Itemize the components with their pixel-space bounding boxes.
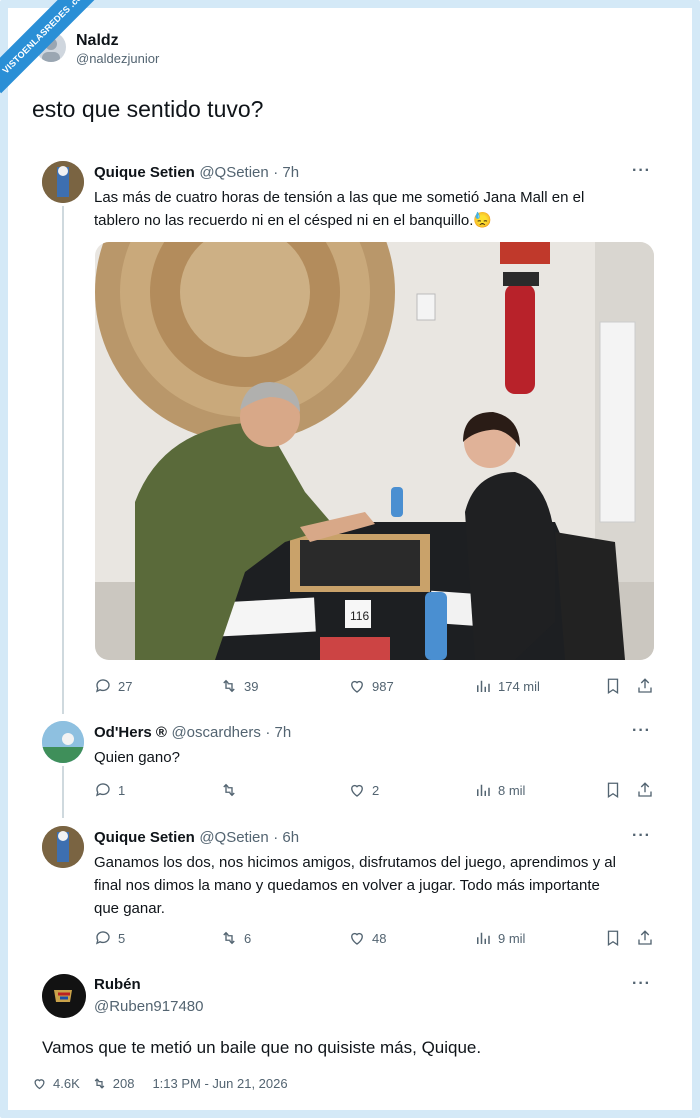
like-count: 48 xyxy=(372,930,387,946)
views-icon xyxy=(477,680,490,692)
thread-line xyxy=(62,766,64,818)
poster-handle[interactable]: @naldezjunior xyxy=(76,51,159,66)
like-count: 987 xyxy=(372,678,394,694)
more-options-icon[interactable]: ··· xyxy=(632,722,651,740)
reply-icon xyxy=(95,783,110,797)
view-count: 9 mil xyxy=(498,930,526,946)
share-button[interactable] xyxy=(636,929,654,947)
share-icon xyxy=(638,782,652,797)
tweet-actions: 27 39 987 174 mil xyxy=(94,677,654,699)
like-button[interactable]: 48 xyxy=(348,929,386,947)
poster-name[interactable]: Naldz xyxy=(76,32,119,50)
tweet-time[interactable]: · 7h xyxy=(273,164,299,181)
tweet-header: Quique Setien @QSetien · 6h xyxy=(94,829,299,847)
reply-count: 1 xyxy=(118,782,126,798)
footer-retweet-count: 208 xyxy=(112,1076,135,1091)
retweet-button[interactable]: 39 xyxy=(220,677,258,695)
bookmark-icon xyxy=(607,678,619,695)
retweet-button[interactable] xyxy=(220,781,244,799)
like-count: 2 xyxy=(372,782,380,798)
retweet-icon xyxy=(223,783,235,797)
tweet-text: Quien gano? xyxy=(94,746,180,769)
views-icon xyxy=(477,784,490,796)
share-icon xyxy=(638,930,652,945)
tweet-text: Ganamos los dos, nos hicimos amigos, dis… xyxy=(94,851,616,920)
views-button[interactable]: 174 mil xyxy=(474,677,540,695)
footer-like-count: 4.6K xyxy=(53,1076,80,1091)
retweet-icon[interactable] xyxy=(92,1076,107,1091)
tweet-avatar[interactable] xyxy=(42,826,84,868)
views-icon xyxy=(477,932,490,944)
heart-icon xyxy=(351,932,363,945)
retweet-button[interactable]: 6 xyxy=(220,929,251,947)
retweet-icon xyxy=(223,679,235,693)
tweet-header: Quique Setien @QSetien · 7h xyxy=(94,164,299,182)
tweet-text: Las más de cuatro horas de tensión a las… xyxy=(94,186,584,232)
reply-text: Vamos que te metió un baile que no quisi… xyxy=(42,1038,482,1057)
chess-photo-illustration: 116 xyxy=(95,242,654,660)
tweet-line: Ganamos los dos, nos hicimos amigos, dis… xyxy=(94,854,616,871)
reply-button[interactable]: 27 xyxy=(94,677,132,695)
heart-icon xyxy=(351,784,363,797)
more-options-icon[interactable]: ··· xyxy=(632,827,651,845)
tweet-time[interactable]: · 6h xyxy=(273,829,299,846)
thread-line xyxy=(62,206,64,714)
tweet-author[interactable]: Od'Hers ® xyxy=(94,724,167,741)
retweet-count: 6 xyxy=(244,930,252,946)
tweet-line: que ganar. xyxy=(94,900,165,917)
tweet-line: tablero no las recuerdo ni en el césped … xyxy=(94,212,493,229)
more-options-icon[interactable]: ··· xyxy=(632,975,651,993)
poster-text: esto que sentido tuvo? xyxy=(32,96,264,122)
bookmark-button[interactable] xyxy=(604,929,622,947)
share-button[interactable] xyxy=(636,781,654,799)
share-button[interactable] xyxy=(636,677,654,695)
like-button[interactable]: 2 xyxy=(348,781,379,799)
bookmark-icon xyxy=(607,930,619,947)
tweet-avatar[interactable] xyxy=(42,161,84,203)
retweet-icon xyxy=(223,931,235,945)
heart-icon[interactable] xyxy=(32,1076,47,1091)
bookmark-button[interactable] xyxy=(604,781,622,799)
views-button[interactable]: 8 mil xyxy=(474,781,525,799)
view-count: 8 mil xyxy=(498,782,526,798)
more-options-icon[interactable]: ··· xyxy=(632,162,651,180)
view-count: 174 mil xyxy=(498,678,540,694)
tweet-line: final nos dimos la mano y quedamos en vo… xyxy=(94,877,600,894)
footer-timestamp[interactable]: 1:13 PM - Jun 21, 2026 xyxy=(152,1076,287,1091)
reply-icon xyxy=(95,931,110,945)
reply-button[interactable]: 5 xyxy=(94,929,125,947)
tweet-line: Quien gano? xyxy=(94,749,180,766)
table-number-label: 116 xyxy=(350,609,369,623)
retweet-count: 39 xyxy=(244,678,259,694)
bookmark-icon xyxy=(607,782,619,799)
reply-footer: 4.6K 208 1:13 PM - Jun 21, 2026 xyxy=(32,1076,288,1091)
tweet-line: Las más de cuatro horas de tensión a las… xyxy=(94,189,585,206)
tweet-actions: 1 2 8 mil xyxy=(94,781,654,803)
tweet-actions: 5 6 48 9 mil xyxy=(94,929,654,951)
tweet-handle[interactable]: @QSetien xyxy=(199,829,268,846)
tweet-handle[interactable]: @QSetien xyxy=(199,164,268,181)
views-button[interactable]: 9 mil xyxy=(474,929,525,947)
like-button[interactable]: 987 xyxy=(348,677,394,695)
heart-icon xyxy=(351,680,363,693)
tweet-header: Od'Hers ® @oscardhers · 7h xyxy=(94,724,291,742)
reply-avatar[interactable] xyxy=(42,974,86,1018)
reply-count: 27 xyxy=(118,678,133,694)
bookmark-button[interactable] xyxy=(604,677,622,695)
tweet-photo[interactable]: 116 xyxy=(95,242,654,660)
reply-handle[interactable]: @Ruben917480 xyxy=(94,998,203,1015)
tweet-handle[interactable]: @oscardhers xyxy=(171,724,260,741)
tweet-time[interactable]: · 7h xyxy=(265,724,291,741)
tweet-author[interactable]: Quique Setien xyxy=(94,164,195,181)
reply-count: 5 xyxy=(118,930,126,946)
tweet-avatar[interactable] xyxy=(42,721,84,763)
reply-button[interactable]: 1 xyxy=(94,781,125,799)
reply-author[interactable]: Rubén xyxy=(94,976,141,993)
share-icon xyxy=(638,678,652,693)
tweet-author[interactable]: Quique Setien xyxy=(94,829,195,846)
reply-icon xyxy=(95,679,110,693)
